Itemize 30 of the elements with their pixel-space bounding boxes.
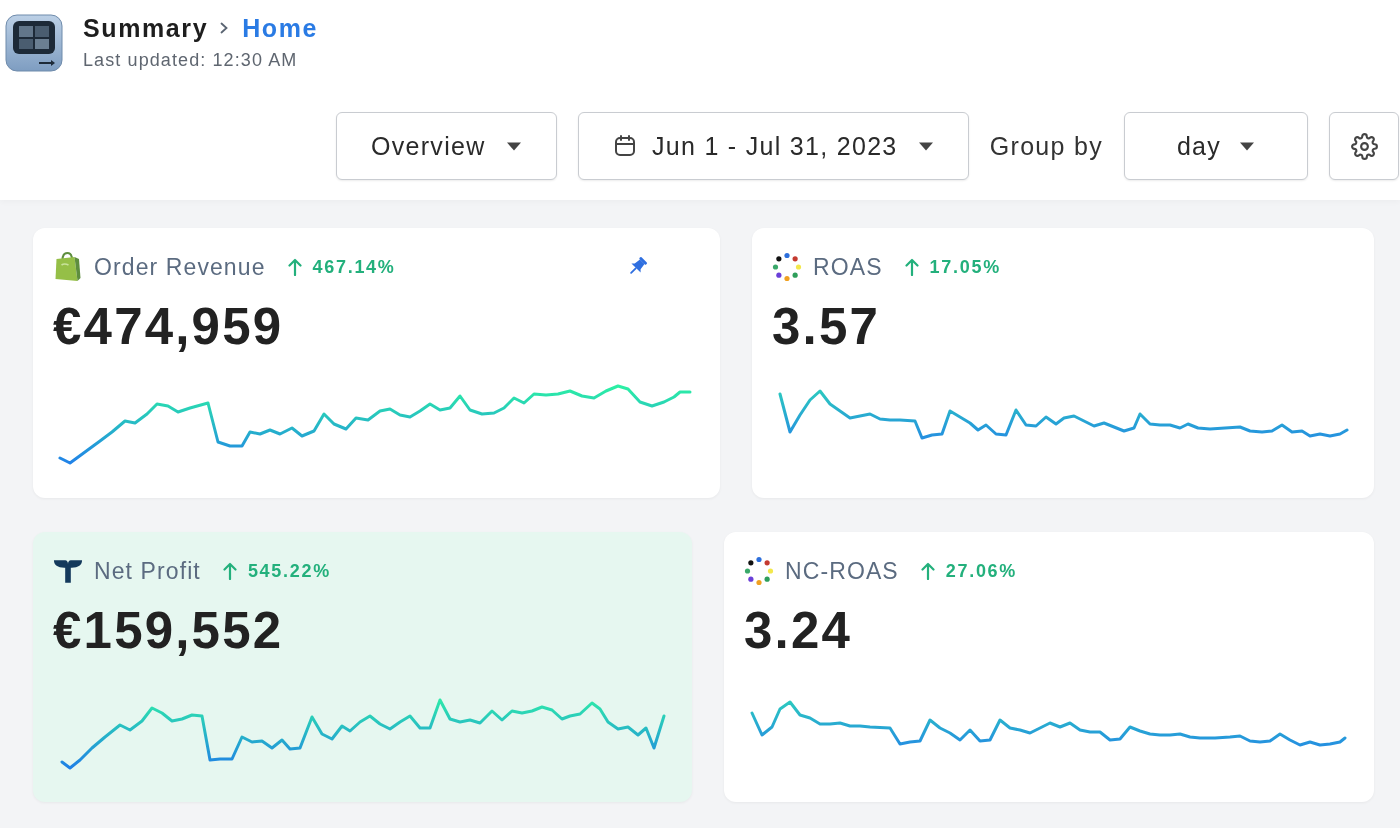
metric-value: 3.57 [772, 299, 882, 355]
settings-icon [1350, 132, 1378, 160]
metric-value: €474,959 [53, 299, 285, 355]
metric-title: Net Profit [94, 557, 201, 585]
change-percent: 545.22% [247, 560, 331, 582]
view-dropdown[interactable]: Overview [335, 112, 557, 180]
group-by-label: Group by [989, 131, 1103, 161]
metric-value: €159,552 [53, 603, 285, 659]
app-logo-icon [5, 14, 63, 72]
page-title: Summary [83, 14, 209, 42]
change-percent: 17.05% [929, 256, 1001, 278]
caret-icon [917, 141, 934, 151]
metric-title: NC-ROAS [785, 557, 899, 585]
change-percent: 27.06% [945, 560, 1017, 582]
shopping-bag-icon [53, 252, 83, 282]
metric-title: Order Revenue [94, 253, 266, 281]
caret-icon [1239, 141, 1256, 151]
date-range-picker[interactable]: Jun 1 - Jul 31, 2023 [577, 112, 969, 180]
settings-button[interactable] [1329, 112, 1399, 180]
calendar-icon [612, 134, 637, 158]
metric-value: 3.24 [744, 603, 854, 659]
caret-icon [505, 141, 522, 151]
dots-ring-icon [772, 252, 802, 282]
last-updated-text: Last updated: 12:30 AM [83, 50, 299, 70]
metric-title: ROAS [813, 253, 883, 281]
dots-ring-icon [744, 556, 774, 586]
change-percent: 467.14% [312, 256, 396, 278]
group-by-dropdown[interactable]: day [1124, 112, 1308, 180]
breadcrumb-link[interactable]: Home [242, 14, 318, 42]
chevron-icon [220, 22, 229, 34]
